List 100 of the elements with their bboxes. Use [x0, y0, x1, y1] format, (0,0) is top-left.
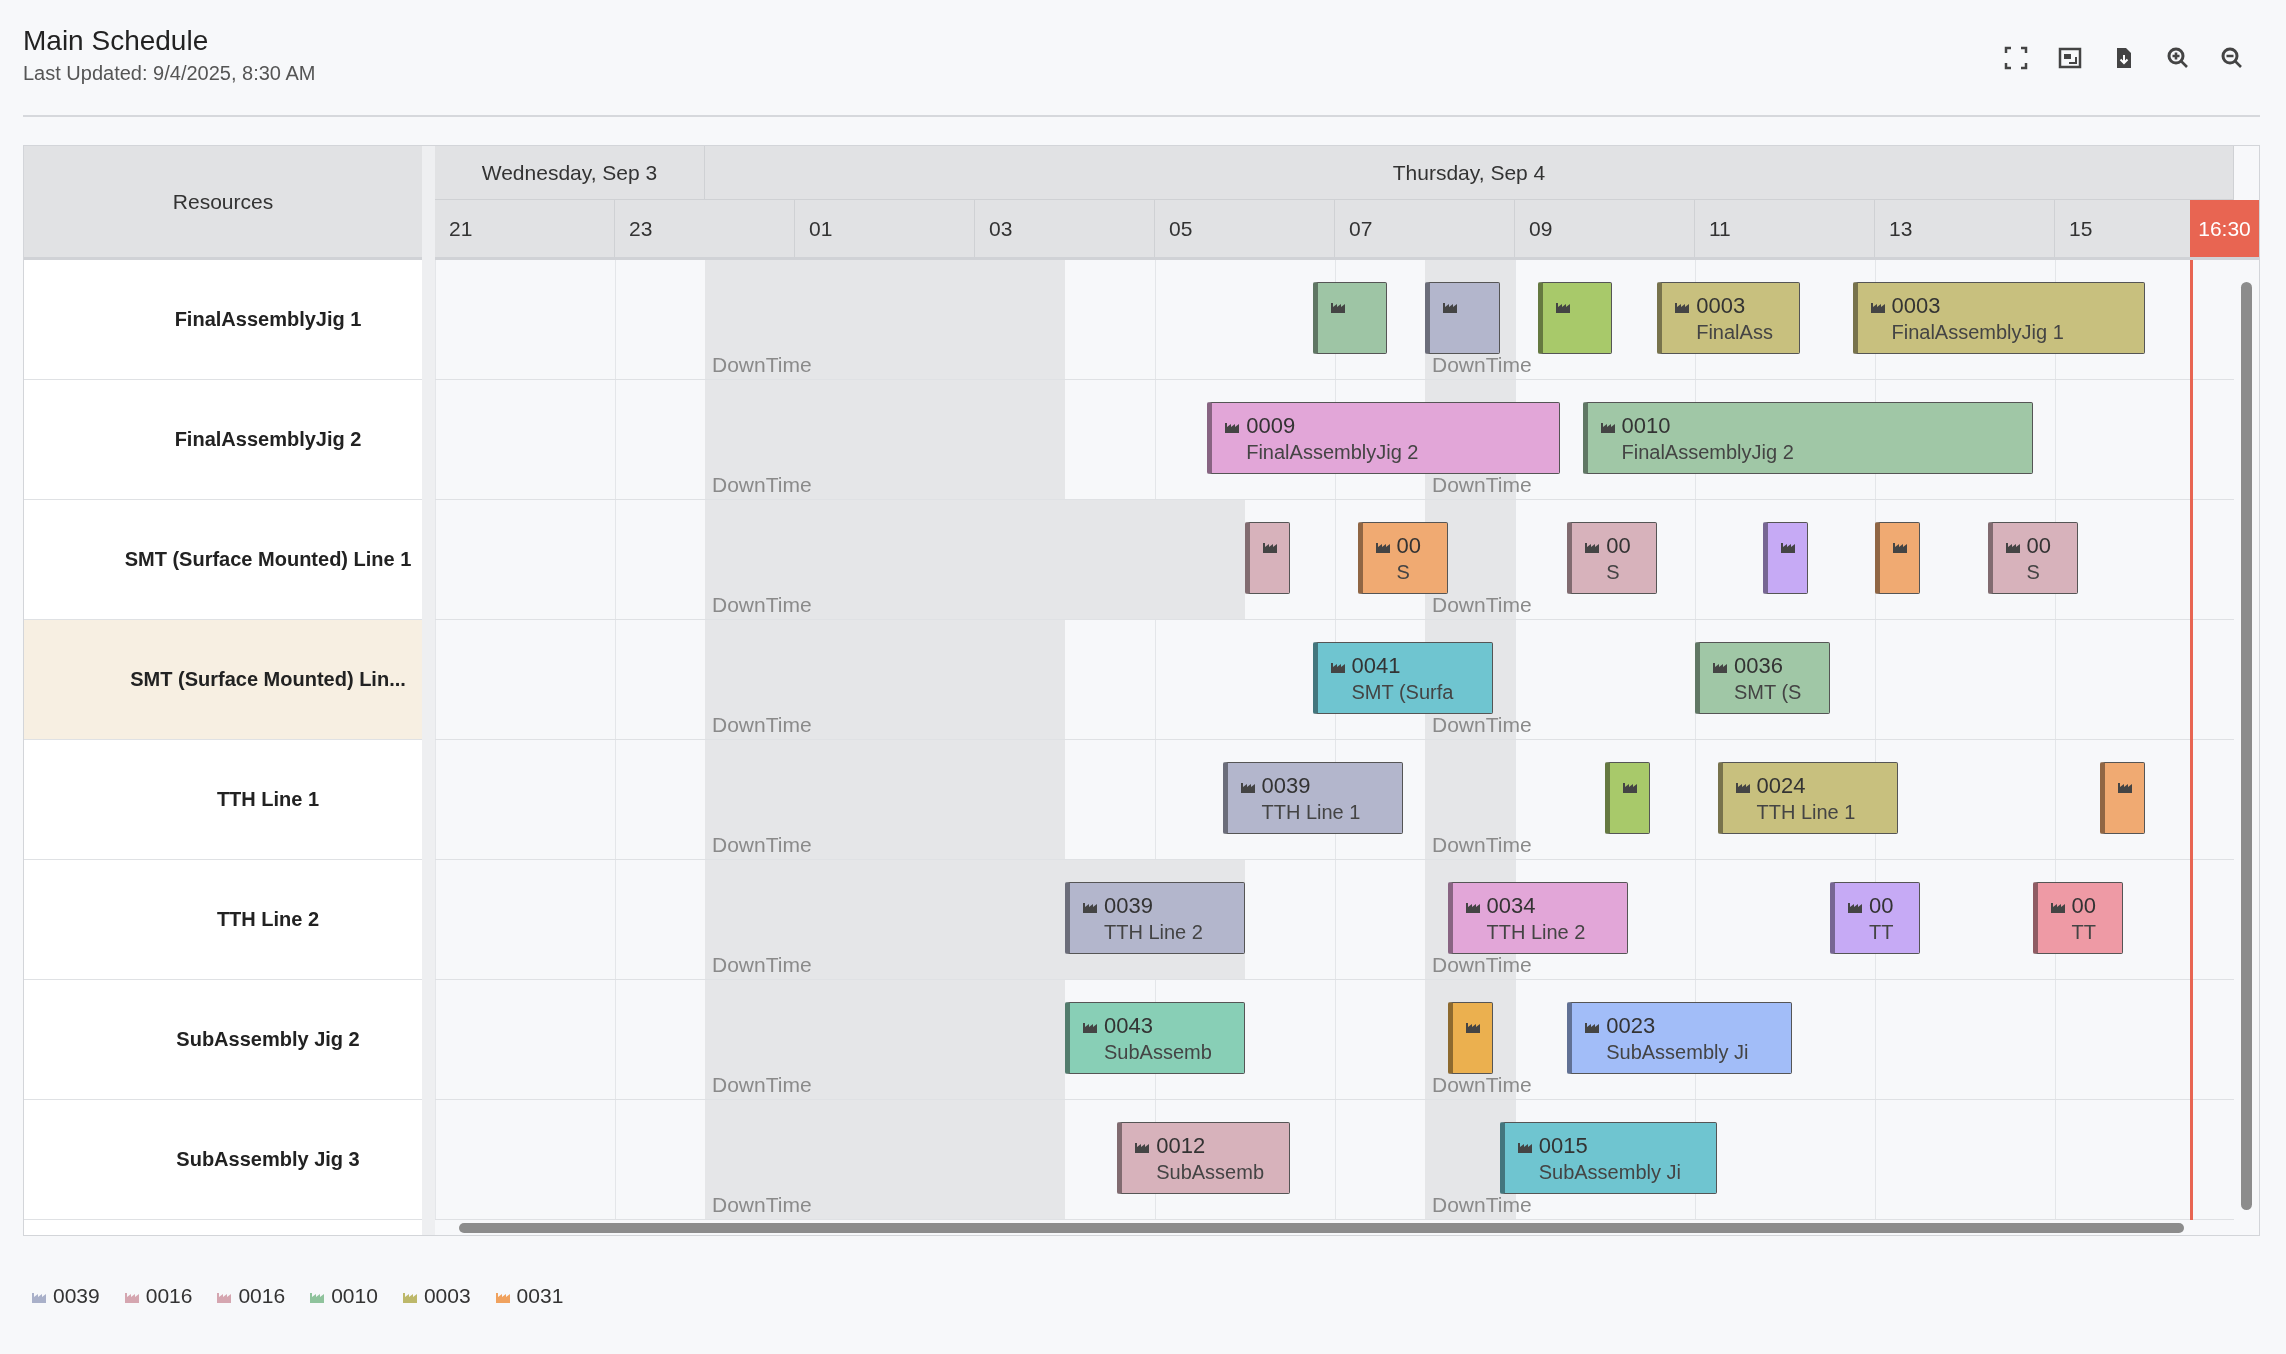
task-code: 0034: [1486, 893, 1536, 919]
hour-header: 11: [1695, 200, 1875, 257]
task-code: 00: [2071, 893, 2096, 919]
downtime-label: DownTime: [1432, 1193, 1532, 1217]
hour-header: 05: [1155, 200, 1335, 257]
image-icon[interactable]: [2058, 46, 2082, 70]
task-code: 0039: [1261, 773, 1311, 799]
task-code: 0003: [1696, 293, 1746, 319]
task-name: SubAssembly Ji: [1537, 1161, 1682, 1184]
task-bar[interactable]: [1312, 282, 1388, 354]
task-bar[interactable]: [1537, 282, 1613, 354]
task-name: FinalAssemblyJig 1: [1890, 321, 2065, 344]
task-code: 0043: [1104, 1013, 1153, 1039]
task-code: 0009: [1246, 413, 1296, 439]
task-bar[interactable]: 0003 FinalAssemblyJig 1: [1852, 282, 2145, 354]
task-code: 00: [2026, 533, 2051, 559]
task-name: TT: [2070, 921, 2097, 944]
task-bar[interactable]: 00 S: [1567, 522, 1658, 594]
task-code: 0039: [1104, 893, 1153, 919]
task-bar[interactable]: 00 TT: [2032, 882, 2123, 954]
page-title: Main Schedule: [23, 24, 210, 58]
task-code: 0003: [1891, 293, 1941, 319]
task-bar[interactable]: 00 S: [1987, 522, 2078, 594]
task-bar[interactable]: 0034 TTH Line 2: [1447, 882, 1628, 954]
downtime-label: DownTime: [712, 353, 812, 377]
task-name: FinalAssemblyJig 2: [1620, 441, 1795, 464]
task-name: TTH Line 1: [1755, 801, 1857, 824]
downtime-label: DownTime: [1432, 953, 1532, 977]
zoom-out-icon[interactable]: [2220, 46, 2244, 70]
downtime-label: DownTime: [712, 1193, 812, 1217]
task-code: 00: [1606, 533, 1631, 559]
day-header: Wednesday, Sep 3: [435, 146, 705, 199]
task-name: SMT (S: [1733, 681, 1803, 704]
task-bar[interactable]: 0012 SubAssemb: [1117, 1122, 1290, 1194]
task-code: 0015: [1538, 1133, 1588, 1159]
legend-label: 0031: [516, 1284, 564, 1308]
task-bar[interactable]: 00 TT: [1830, 882, 1920, 954]
task-name: SubAssemb: [1155, 1161, 1266, 1184]
task-bar[interactable]: 0043 SubAssemb: [1065, 1002, 1245, 1074]
hour-header: 03: [975, 200, 1155, 257]
day-header: Thursday, Sep 4: [705, 146, 2234, 199]
downtime-label: DownTime: [712, 473, 812, 497]
task-bar[interactable]: 0036 SMT (S: [1695, 642, 1830, 714]
downtime-label: DownTime: [1432, 353, 1532, 377]
hour-header: 13: [1875, 200, 2055, 257]
task-code: 0024: [1756, 773, 1806, 799]
task-bar[interactable]: 0023 SubAssembly Ji: [1567, 1002, 1793, 1074]
hour-header: 07: [1335, 200, 1515, 257]
task-name: TTH Line 1: [1260, 801, 1362, 824]
task-bar[interactable]: [1447, 1002, 1493, 1074]
task-bar[interactable]: 0010 FinalAssemblyJig 2: [1582, 402, 2033, 474]
task-bar[interactable]: 0009 FinalAssemblyJig 2: [1207, 402, 1560, 474]
task-bar[interactable]: [1762, 522, 1808, 594]
legend-label: 0016: [238, 1284, 286, 1308]
hour-header: 21: [435, 200, 615, 257]
fullscreen-icon[interactable]: [2004, 46, 2028, 70]
column-header: Resources: [24, 146, 423, 260]
task-code: 0023: [1606, 1013, 1656, 1039]
task-bar[interactable]: 0041 SMT (Surfa: [1312, 642, 1493, 714]
legend-label: 0010: [331, 1284, 378, 1308]
task-code: 0010: [1621, 413, 1671, 439]
task-name: FinalAss: [1695, 321, 1774, 344]
task-bar[interactable]: 0039 TTH Line 1: [1222, 762, 1403, 834]
downtime-label: DownTime: [712, 713, 812, 737]
downtime-label: DownTime: [1432, 713, 1532, 737]
downtime-label: DownTime: [1432, 833, 1532, 857]
resource-name[interactable]: SMT (Surface Mounted) Lin...: [24, 620, 423, 740]
downtime-label: DownTime: [712, 953, 812, 977]
task-name: S: [1605, 561, 1621, 584]
task-bar[interactable]: 0024 TTH Line 1: [1717, 762, 1898, 834]
downtime-label: DownTime: [712, 593, 812, 617]
task-code: 0012: [1156, 1133, 1206, 1159]
task-bar[interactable]: [1425, 282, 1500, 354]
task-name: TTH Line 2: [1485, 921, 1587, 944]
task-bar[interactable]: [1605, 762, 1650, 834]
task-code: 00: [1869, 893, 1894, 919]
task-code: 00: [1396, 533, 1421, 559]
downtime-label: DownTime: [1432, 1073, 1532, 1097]
task-bar[interactable]: 0003 FinalAss: [1657, 282, 1801, 354]
downtime-label: DownTime: [1432, 473, 1532, 497]
legend-label: 0039: [53, 1284, 100, 1308]
task-bar[interactable]: 00 S: [1357, 522, 1448, 594]
task-code: 0041: [1351, 653, 1401, 679]
downtime-label: DownTime: [712, 833, 812, 857]
hour-header: 01: [795, 200, 975, 257]
task-name: SMT (Surfa: [1350, 681, 1455, 704]
last-updated-text: Last Updated: 9/4/2025, 8:30 AM: [23, 62, 316, 85]
task-name: SubAssemb: [1103, 1041, 1213, 1064]
task-name: TT: [1868, 921, 1895, 944]
task-name: TTH Line 2: [1103, 921, 1204, 944]
legend-label: 0003: [423, 1284, 471, 1308]
zoom-in-icon[interactable]: [2166, 46, 2190, 70]
task-bar[interactable]: [1875, 522, 1920, 594]
task-bar[interactable]: 0015 SubAssembly Ji: [1499, 1122, 1718, 1194]
task-bar[interactable]: [2100, 762, 2145, 834]
splitter-handle[interactable]: [422, 146, 435, 1235]
task-bar[interactable]: [1245, 522, 1290, 594]
hour-header: 23: [615, 200, 795, 257]
downtime-label: DownTime: [712, 1073, 812, 1097]
task-code: 0036: [1734, 653, 1783, 679]
